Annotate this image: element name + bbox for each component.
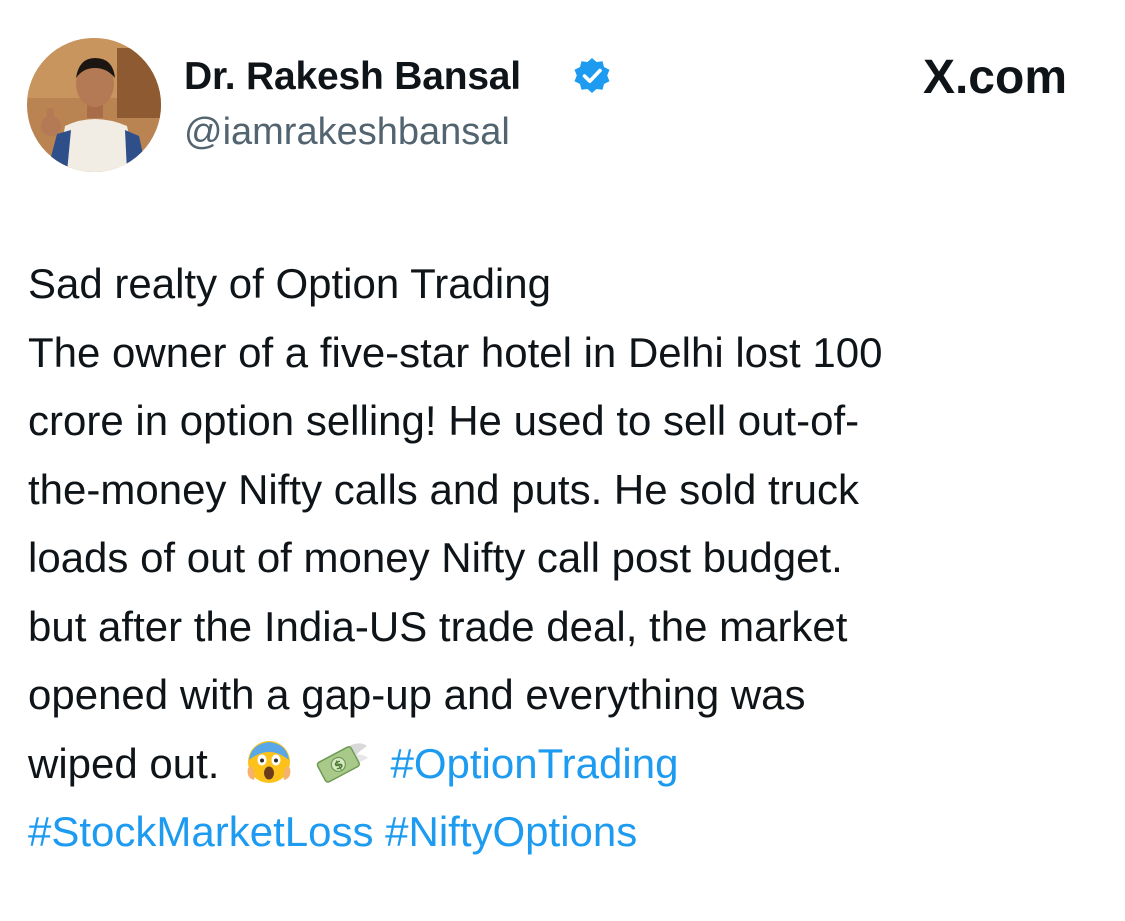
author-name[interactable]: Dr. Rakesh Bansal [184,52,521,102]
author-handle[interactable]: @iamrakeshbansal [184,108,510,156]
avatar[interactable] [27,38,161,172]
screaming-face-emoji [245,738,293,786]
post-line-last: wiped out. $ #OptionTrading [28,730,1108,799]
hashtag-link[interactable]: #StockMarketLoss [28,808,373,855]
brand-logo: X.com [922,51,1067,104]
post-text-fragment: wiped out. [28,739,220,787]
money-with-wings-emoji: $ [315,738,369,786]
avatar-image [27,38,161,172]
post-line: the-money Nifty calls and puts. He sold … [28,465,860,513]
post-line: The owner of a five-star hotel in Delhi … [28,328,883,376]
hashtag-link[interactable]: #OptionTrading [390,740,678,787]
hashtag-link[interactable]: #NiftyOptions [385,808,637,855]
post-line: opened with a gap-up and everything was [28,671,806,718]
post-line-hashtags: #StockMarketLoss #NiftyOptions [28,798,1108,867]
post-line: but after the India-US trade deal, the m… [28,602,848,650]
verified-badge-icon [572,56,612,96]
post-text: Sad realty of Option Trading The owner o… [28,250,1108,867]
post-line: crore in option selling! He used to sell… [28,397,860,444]
post-line: Sad realty of Option Trading [28,260,551,307]
post-line: loads of out of money Nifty call post bu… [28,534,843,581]
